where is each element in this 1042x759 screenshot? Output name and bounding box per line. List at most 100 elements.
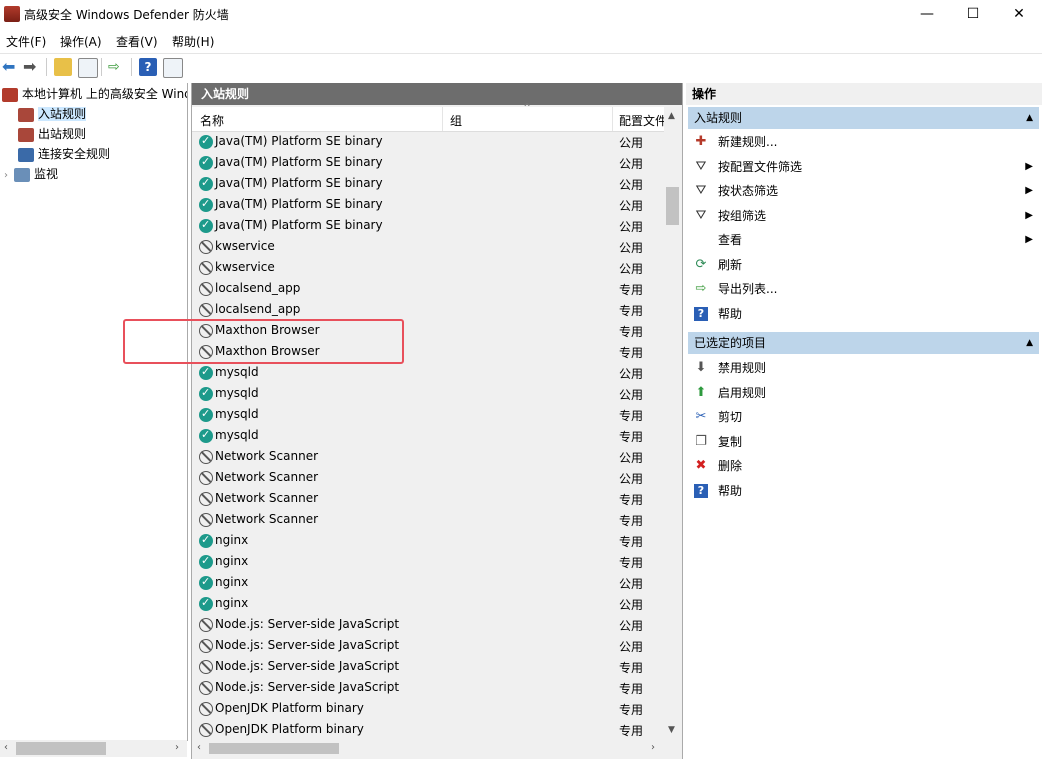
- column-group[interactable]: 组: [450, 112, 462, 129]
- collapse-icon[interactable]: ▲: [1026, 107, 1033, 129]
- table-row[interactable]: Java(TM) Platform SE binary 公用: [192, 174, 664, 195]
- table-row[interactable]: Java(TM) Platform SE binary 公用: [192, 132, 664, 153]
- action-item[interactable]: ⟳ 刷新: [688, 254, 1039, 276]
- rule-enabled-icon: [199, 155, 213, 170]
- expand-chevron-icon[interactable]: ›: [4, 167, 14, 185]
- rule-enabled-icon: [199, 575, 213, 590]
- scroll-up-icon[interactable]: ▲: [668, 111, 675, 121]
- scroll-down-icon[interactable]: ▼: [668, 725, 675, 735]
- rule-name: Java(TM) Platform SE binary: [215, 155, 383, 169]
- rule-disabled-icon: [199, 639, 213, 653]
- toolbar: ⬅ ➡ ⇨ ?: [0, 53, 1042, 80]
- maximize-button[interactable]: ☐: [950, 0, 996, 28]
- scroll-right-icon[interactable]: ›: [175, 742, 179, 753]
- table-row[interactable]: mysqld 专用: [192, 426, 664, 447]
- menu-file[interactable]: 文件(F): [6, 33, 46, 50]
- action-item[interactable]: ? 帮助: [688, 480, 1039, 502]
- table-row[interactable]: Network Scanner 公用: [192, 447, 664, 468]
- actions-section-inbound[interactable]: 入站规则 ▲: [688, 107, 1039, 129]
- action-item[interactable]: ❐ 复制: [688, 431, 1039, 453]
- table-row[interactable]: Node.js: Server-side JavaScript 公用: [192, 615, 664, 636]
- column-profile[interactable]: 配置文件: [619, 112, 664, 129]
- table-row[interactable]: Java(TM) Platform SE binary 公用: [192, 195, 664, 216]
- menu-action[interactable]: 操作(A): [60, 33, 102, 50]
- tree-item-outbound-rules[interactable]: 出站规则: [18, 125, 86, 143]
- table-row[interactable]: mysqld 专用: [192, 405, 664, 426]
- action-item[interactable]: ⇨ 导出列表...: [688, 278, 1039, 300]
- table-row[interactable]: Java(TM) Platform SE binary 公用: [192, 153, 664, 174]
- up-folder-icon[interactable]: [54, 58, 72, 76]
- table-row[interactable]: OpenJDK Platform binary 专用: [192, 699, 664, 720]
- tree-item-inbound-rules[interactable]: 入站规则: [18, 105, 87, 123]
- table-row[interactable]: Node.js: Server-side JavaScript 专用: [192, 678, 664, 699]
- table-row[interactable]: localsend_app 专用: [192, 279, 664, 300]
- rule-disabled-icon: [199, 261, 213, 275]
- rule-profile: 专用: [619, 682, 644, 696]
- rule-name: Network Scanner: [215, 470, 319, 484]
- rule-name: Node.js: Server-side JavaScript: [215, 617, 400, 631]
- table-row[interactable]: kwservice 公用: [192, 258, 664, 279]
- table-row[interactable]: Network Scanner 专用: [192, 510, 664, 531]
- table-row[interactable]: nginx 专用: [192, 552, 664, 573]
- table-row[interactable]: nginx 专用: [192, 531, 664, 552]
- copy-icon: ❐: [695, 433, 707, 449]
- table-row[interactable]: Node.js: Server-side JavaScript 专用: [192, 657, 664, 678]
- table-row[interactable]: mysqld 公用: [192, 363, 664, 384]
- scroll-thumb[interactable]: [16, 742, 106, 755]
- action-item[interactable]: ? 帮助: [688, 303, 1039, 325]
- back-icon[interactable]: ⬅: [2, 58, 20, 76]
- table-row[interactable]: Node.js: Server-side JavaScript 公用: [192, 636, 664, 657]
- rules-horizontal-scrollbar[interactable]: ‹ ›: [192, 740, 664, 757]
- rule-profile: 专用: [619, 304, 644, 318]
- action-item[interactable]: ✂ 剪切: [688, 406, 1039, 428]
- action-item[interactable]: 查看 ▶: [688, 229, 1039, 251]
- tree-root[interactable]: 本地计算机 上的高级安全 Windows Defender 防火墙: [2, 85, 187, 103]
- tree-item-monitoring[interactable]: › 监视: [4, 165, 58, 183]
- table-row[interactable]: nginx 公用: [192, 594, 664, 615]
- rules-vertical-scrollbar[interactable]: ▲ ▼: [664, 107, 681, 739]
- scroll-left-icon[interactable]: ‹: [197, 742, 201, 753]
- action-item[interactable]: ⬇ 禁用规则: [688, 357, 1039, 379]
- table-row[interactable]: kwservice 公用: [192, 237, 664, 258]
- action-item[interactable]: ⬆ 启用规则: [688, 382, 1039, 404]
- action-item[interactable]: ⛛ 按组筛选 ▶: [688, 205, 1039, 227]
- show-hide-tree-icon[interactable]: [78, 58, 98, 78]
- collapse-icon[interactable]: ▲: [1026, 332, 1033, 354]
- menu-help[interactable]: 帮助(H): [172, 33, 214, 50]
- action-label: 帮助: [718, 483, 743, 498]
- table-row[interactable]: Network Scanner 专用: [192, 489, 664, 510]
- table-row[interactable]: localsend_app 专用: [192, 300, 664, 321]
- menu-view[interactable]: 查看(V): [116, 33, 158, 50]
- scroll-left-icon[interactable]: ‹: [4, 742, 8, 753]
- table-row[interactable]: nginx 公用: [192, 573, 664, 594]
- actions-section-selected[interactable]: 已选定的项目 ▲: [688, 332, 1039, 354]
- tree-root-label: 本地计算机 上的高级安全 Windows Defender 防火墙: [22, 87, 187, 101]
- tree-horizontal-scrollbar[interactable]: ‹ ›: [0, 740, 187, 757]
- table-row[interactable]: OpenJDK Platform binary 专用: [192, 720, 664, 740]
- action-label: 按组筛选: [718, 208, 767, 223]
- scroll-right-icon[interactable]: ›: [651, 742, 655, 753]
- rule-enabled-icon: [199, 176, 213, 191]
- action-item[interactable]: ✖ 删除: [688, 455, 1039, 477]
- console-tree: 本地计算机 上的高级安全 Windows Defender 防火墙 入站规则 出…: [0, 83, 188, 741]
- show-action-pane-icon[interactable]: [163, 58, 183, 78]
- rule-profile: 公用: [619, 598, 644, 612]
- tree-item-connection-security[interactable]: 连接安全规则: [18, 145, 110, 163]
- scroll-thumb[interactable]: [666, 187, 679, 225]
- help-icon[interactable]: ?: [139, 58, 157, 76]
- action-item[interactable]: ⛛ 按状态筛选 ▶: [688, 180, 1039, 202]
- table-row[interactable]: Network Scanner 公用: [192, 468, 664, 489]
- column-name[interactable]: 名称: [200, 112, 224, 129]
- forward-icon[interactable]: ➡: [23, 58, 41, 76]
- minimize-button[interactable]: —: [904, 0, 950, 28]
- submenu-arrow-icon: ▶: [1025, 209, 1033, 221]
- rule-enabled-icon: [199, 428, 213, 443]
- close-button[interactable]: ✕: [996, 0, 1042, 28]
- action-item[interactable]: ✚ 新建规则...: [688, 131, 1039, 153]
- action-item[interactable]: ⛛ 按配置文件筛选 ▶: [688, 156, 1039, 178]
- export-list-icon[interactable]: ⇨: [108, 58, 126, 76]
- table-row[interactable]: Java(TM) Platform SE binary 公用: [192, 216, 664, 237]
- rule-disabled-icon: [199, 282, 213, 296]
- table-row[interactable]: mysqld 公用: [192, 384, 664, 405]
- scroll-thumb[interactable]: [209, 743, 339, 754]
